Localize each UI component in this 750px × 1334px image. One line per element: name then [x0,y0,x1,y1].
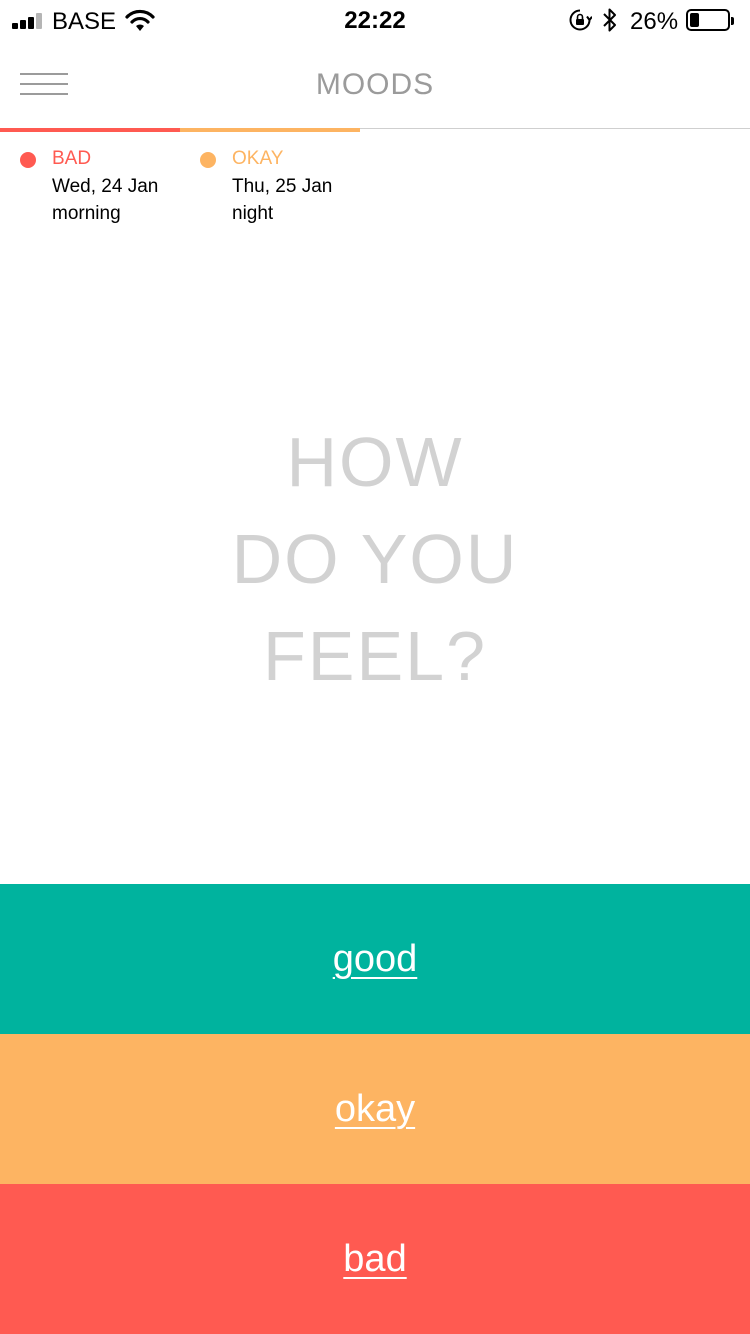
history-entry-bad[interactable]: BAD Wed, 24 Jan morning [0,128,180,238]
okay-button-label: okay [334,1087,416,1130]
prompt-line-2: DO YOU [231,520,519,598]
bad-button-label: bad [343,1237,407,1280]
history-mood-label: BAD [52,148,92,169]
history-mood-label: OKAY [232,148,284,169]
good-button-label: good [332,937,418,980]
history-entry-bar [0,128,180,132]
history-entry-bar [180,128,360,132]
prompt-line-3: FEEL? [263,617,487,695]
bad-button[interactable]: bad [0,1184,750,1334]
nav-bar: MOODS [0,40,750,128]
history-period: night [232,203,274,224]
battery-icon [686,9,734,31]
status-bar: BASE 22:22 26% [0,0,750,40]
battery-level [690,13,699,27]
history-period: morning [52,203,121,224]
prompt-line-1: HOW [286,423,464,501]
mood-dot-icon [200,152,216,168]
battery-percent: 26% [630,8,679,35]
orientation-lock-icon [569,9,592,31]
good-button[interactable]: good [0,884,750,1034]
history-date: Wed, 24 Jan [52,176,159,197]
okay-button[interactable]: okay [0,1034,750,1184]
mood-dot-icon [20,152,36,168]
page-title: MOODS [315,68,435,101]
history-entry-okay[interactable]: OKAY Thu, 25 Jan night [180,128,360,238]
moods-screen: BASE 22:22 26% MOODS BAD Wed, 24 Jan mor… [0,0,750,1334]
bluetooth-icon [603,8,616,32]
mood-prompt: HOW DO YOU FEEL? [0,414,750,705]
history-date: Thu, 25 Jan [232,176,333,197]
